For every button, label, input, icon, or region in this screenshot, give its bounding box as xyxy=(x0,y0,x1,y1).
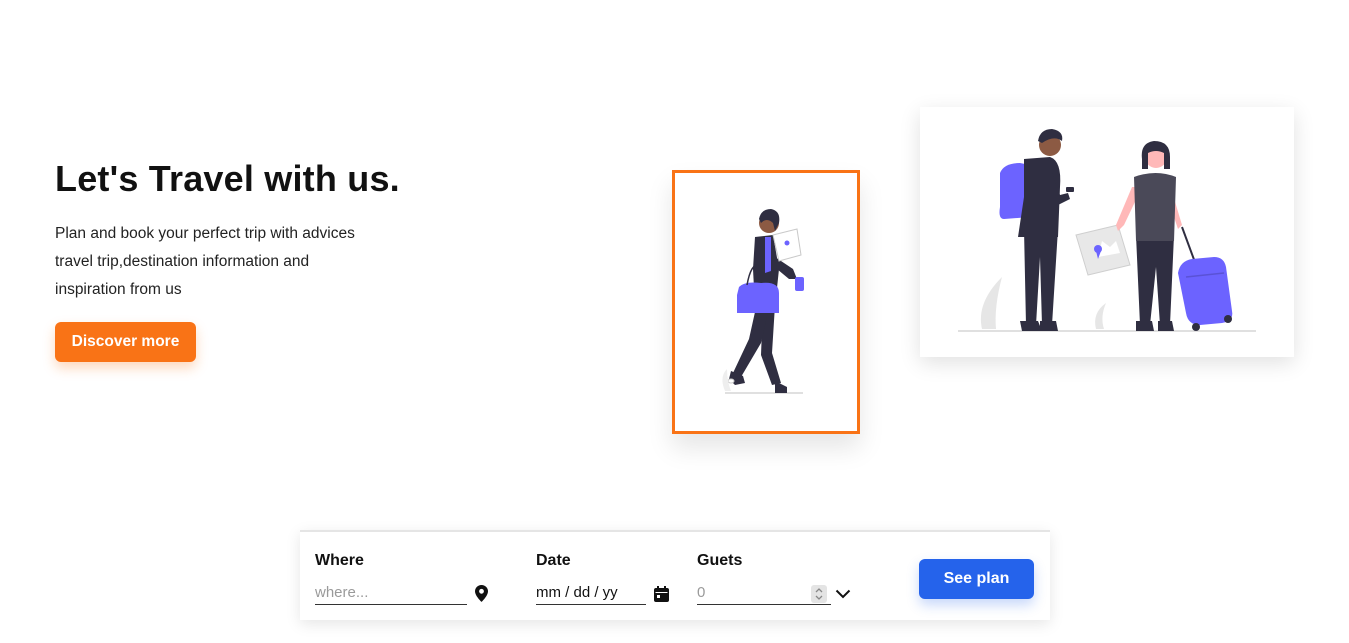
traveler-walking-card xyxy=(672,170,860,434)
hero-description: Plan and book your perfect trip with adv… xyxy=(55,225,355,298)
where-input[interactable] xyxy=(315,582,467,605)
travelers-with-luggage-illustration xyxy=(958,129,1256,332)
guests-field-group: Guets xyxy=(697,552,851,605)
where-field-group: Where xyxy=(315,552,488,605)
date-input[interactable] xyxy=(536,582,646,605)
number-stepper-icon[interactable] xyxy=(811,584,827,603)
location-pin-icon[interactable] xyxy=(475,585,488,602)
where-input-row xyxy=(315,582,488,605)
discover-more-button[interactable]: Discover more xyxy=(55,322,196,362)
calendar-icon[interactable] xyxy=(654,585,669,602)
guests-input-row xyxy=(697,582,851,605)
date-field-group: Date xyxy=(536,552,669,605)
chevron-down-icon[interactable] xyxy=(835,589,851,599)
trip-search-bar: Where Date xyxy=(300,530,1050,620)
traveler-walking-illustration xyxy=(722,209,804,394)
travelers-couple-card xyxy=(920,107,1294,357)
hero-title: Let's Travel with us. xyxy=(55,158,400,199)
landing-page: Let's Travel with us. Plan and book your… xyxy=(0,0,1349,643)
date-input-row xyxy=(536,582,669,605)
date-label: Date xyxy=(536,552,571,569)
see-plan-button[interactable]: See plan xyxy=(919,559,1034,599)
where-label: Where xyxy=(315,552,364,569)
guests-label: Guets xyxy=(697,552,743,569)
